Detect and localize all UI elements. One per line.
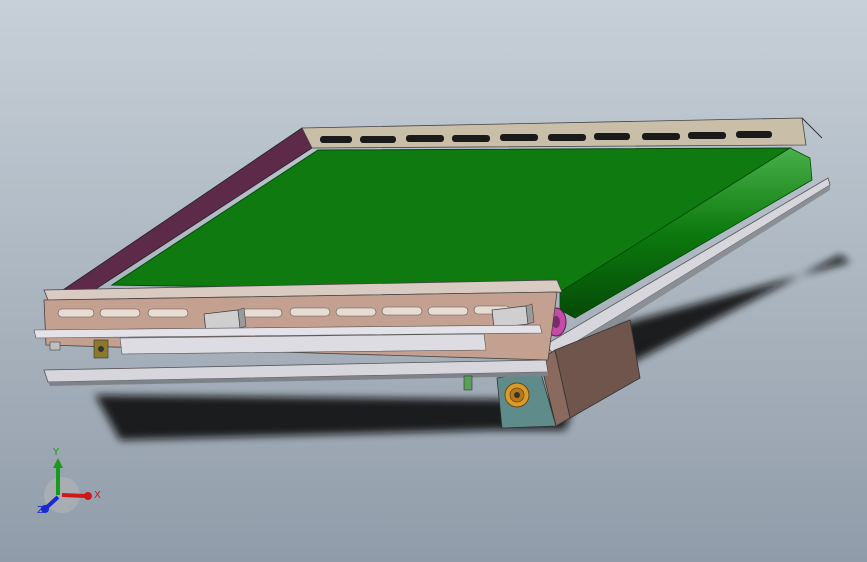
z-axis-label: Z [37, 505, 44, 516]
tensioner-bracket [93, 339, 109, 359]
drain-fitting [463, 375, 473, 391]
x-axis-line [61, 493, 87, 498]
drive-gear-icon [504, 382, 530, 408]
x-axis-label: X [94, 490, 101, 501]
left-end-bolt [49, 341, 61, 351]
cad-viewport[interactable]: X Y Z [0, 0, 867, 562]
model-canvas[interactable]: X Y Z [0, 0, 867, 562]
x-axis-cap [84, 492, 92, 500]
y-axis-label: Y [52, 447, 60, 458]
